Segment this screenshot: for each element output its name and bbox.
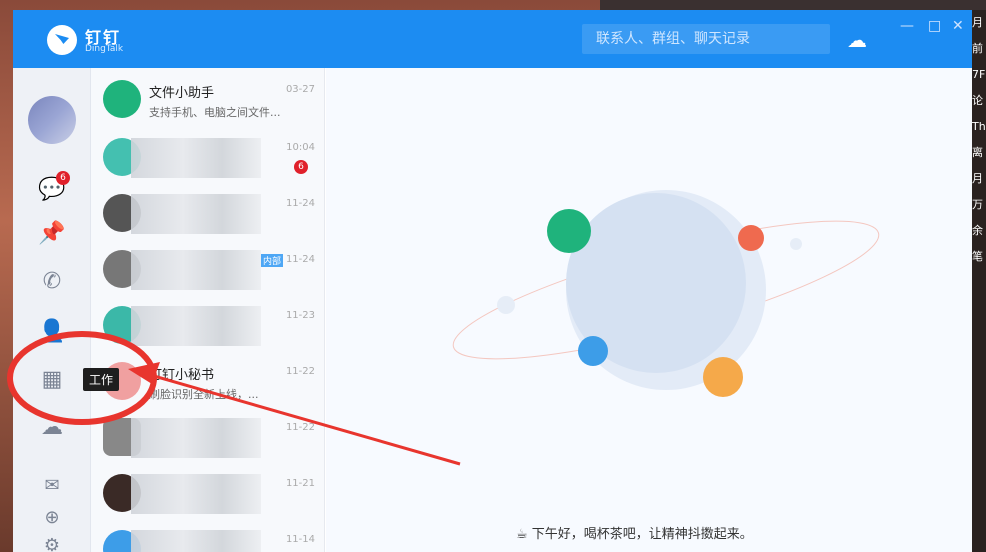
list-item[interactable]: 11-23	[91, 298, 325, 354]
conversation-time: 11-22	[285, 422, 315, 433]
dingtalk-window: 钉钉 DingTalk 联系人、群组、聊天记录 ☁ — □ ✕ 💬 6 📌 ✆ …	[13, 10, 972, 552]
conversation-list: 文件小助手 支持手机、电脑之间文件... 03-27 10:04 6 11-24…	[91, 68, 400, 552]
title-bar: 钉钉 DingTalk 联系人、群组、聊天记录 ☁ — □ ✕	[13, 10, 972, 68]
conversation-time: 03-27	[285, 84, 315, 95]
conversation-preview: 刷脸识别全新上线，...	[149, 388, 259, 401]
blurred-content	[131, 250, 261, 290]
blurred-content	[131, 138, 261, 178]
work-tooltip: 工作	[83, 368, 120, 391]
contact-icon	[547, 209, 591, 253]
list-item[interactable]: 文件小助手 支持手机、电脑之间文件... 03-27	[91, 72, 325, 128]
list-item[interactable]: 11-22	[91, 410, 325, 466]
avatar[interactable]	[28, 96, 76, 144]
mail-icon[interactable]: ✉	[38, 472, 66, 500]
internal-tag: 内部	[261, 254, 284, 267]
cloud-sync-icon[interactable]: ☁	[847, 28, 867, 52]
contacts-icon[interactable]: 👤	[38, 318, 66, 346]
desktop-background-text: 月 前 7F 论 Th 离 月 万 余 笔	[972, 10, 986, 552]
location-icon	[578, 336, 608, 366]
conversation-time: 10:04	[286, 142, 315, 153]
list-item[interactable]: 11-24	[91, 186, 325, 242]
more-icon[interactable]: ⚙	[38, 532, 66, 552]
greeting-text: ☕ 下午好，喝杯茶吧，让精神抖擞起来。	[516, 527, 753, 542]
cloud-disk-icon[interactable]: ☁	[38, 414, 66, 442]
conversation-title: 文件小助手	[149, 86, 215, 101]
main-panel: ☕ 下午好，喝杯茶吧，让精神抖擞起来。	[326, 68, 972, 552]
blurred-content	[131, 194, 261, 234]
blurred-content	[131, 306, 261, 346]
minimize-icon[interactable]: —	[900, 18, 914, 34]
unread-badge: 6	[294, 160, 308, 174]
conversation-title: 钉钉小秘书	[149, 368, 215, 383]
list-item[interactable]: 11-21	[91, 466, 325, 522]
add-icon[interactable]: ⊕	[38, 504, 66, 532]
conversation-time: 11-21	[285, 478, 315, 489]
blurred-content	[131, 418, 261, 458]
conversation-preview: 支持手机、电脑之间文件...	[149, 106, 281, 119]
messages-badge: 6	[56, 171, 70, 185]
file-helper-icon	[103, 80, 141, 118]
list-item[interactable]: 钉钉小秘书 刷脸识别全新上线，... 11-22	[91, 354, 325, 410]
conversation-time: 11-14	[285, 534, 315, 545]
mail-icon	[738, 225, 764, 251]
work-grid-icon[interactable]: ▦	[38, 366, 66, 394]
conversation-time: 11-22	[285, 366, 315, 377]
list-item[interactable]: 10:04 6	[91, 130, 325, 186]
desktop-taskbar-strip	[600, 0, 986, 10]
phone-icon[interactable]: ✆	[38, 268, 66, 296]
welcome-illustration	[452, 190, 880, 397]
conversation-time: 11-23	[285, 310, 315, 321]
user-icon	[703, 357, 743, 397]
greeting-label: 下午好，喝杯茶吧，让精神抖擞起来。	[531, 527, 753, 542]
maximize-icon[interactable]: □	[928, 18, 941, 34]
conversation-time: 11-24	[285, 198, 315, 209]
close-icon[interactable]: ✕	[952, 18, 964, 34]
conversation-time: 11-24	[285, 254, 315, 265]
pin-icon[interactable]: 📌	[38, 220, 66, 248]
search-input[interactable]: 联系人、群组、聊天记录	[582, 24, 830, 54]
dingtalk-logo-icon	[47, 25, 77, 55]
sidebar: 💬 6 📌 ✆ 👤 ▦ ☁ ✉ ⊕ ⚙	[13, 68, 91, 552]
list-item[interactable]: 11-14	[91, 522, 325, 552]
blurred-content	[131, 530, 261, 552]
list-item[interactable]: 11-24 内部	[91, 242, 325, 298]
blurred-content	[131, 474, 261, 514]
app-name-en: DingTalk	[85, 44, 124, 54]
